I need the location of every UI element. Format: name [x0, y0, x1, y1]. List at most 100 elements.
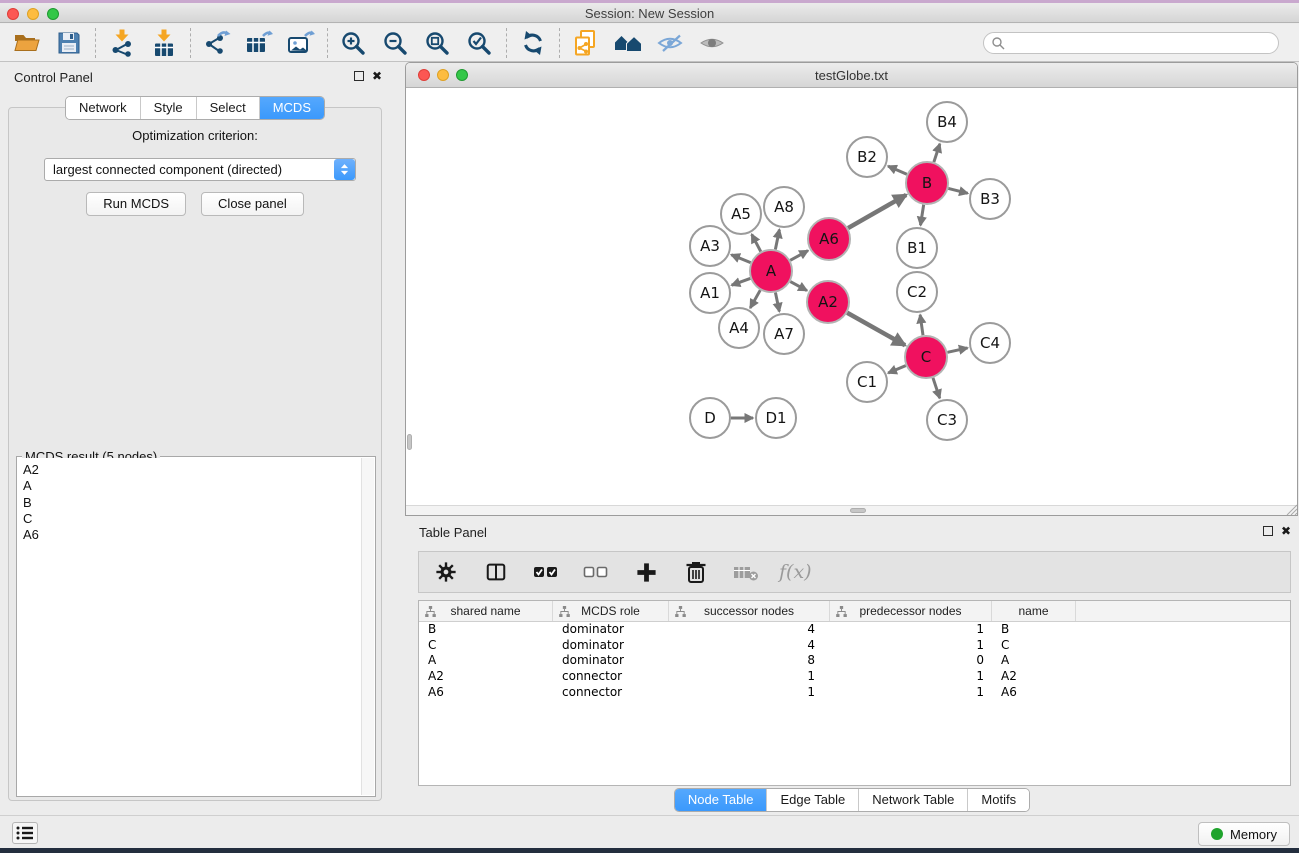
result-list-item[interactable]: A2 — [23, 462, 361, 478]
table-cell[interactable]: 1 — [669, 685, 830, 701]
function-builder-button[interactable]: f(x) — [779, 556, 812, 588]
resize-grip-icon[interactable] — [1284, 502, 1297, 515]
table-row[interactable]: Cdominator41C — [419, 638, 1290, 654]
delete-column-button[interactable] — [679, 556, 713, 588]
result-list-item[interactable]: A — [23, 478, 361, 494]
export-network-button[interactable] — [200, 27, 234, 59]
close-panel-button[interactable]: Close panel — [201, 192, 304, 216]
graph-edge-B-B1[interactable] — [920, 205, 923, 226]
table-row[interactable]: A2connector11A2 — [419, 669, 1290, 685]
graph-edge-C-C1[interactable] — [888, 366, 906, 373]
table-cell[interactable]: 1 — [669, 669, 830, 685]
table-cell[interactable]: dominator — [553, 622, 669, 638]
graph-edge-A-A3[interactable] — [731, 255, 750, 263]
table-cell[interactable]: dominator — [553, 638, 669, 654]
table-row[interactable]: Adominator80A — [419, 653, 1290, 669]
result-list-item[interactable]: C — [23, 511, 361, 527]
add-column-button[interactable] — [629, 556, 663, 588]
tab-network[interactable]: Network — [66, 97, 141, 119]
memory-button[interactable]: Memory — [1198, 822, 1290, 846]
bird-eye-view-button[interactable] — [695, 27, 729, 59]
network-graph[interactable]: B4B2BB3A5A8A6B1A3AA1C2A2A4A7CC4C1C3DD1 — [406, 89, 1297, 505]
open-session-button[interactable] — [10, 27, 44, 59]
tab-node-table[interactable]: Node Table — [675, 789, 768, 811]
table-cell[interactable]: B — [992, 622, 1076, 638]
vertical-scrollbar-thumb[interactable] — [407, 434, 412, 450]
table-cell[interactable]: 0 — [830, 653, 992, 669]
close-table-panel-icon[interactable]: ✖ — [1281, 525, 1291, 537]
table-cell[interactable]: A — [992, 653, 1076, 669]
graph-edge-A2-C[interactable] — [847, 313, 905, 345]
horizontal-scrollbar[interactable] — [406, 505, 1297, 515]
table-cell[interactable]: C — [992, 638, 1076, 654]
table-cell[interactable]: A6 — [992, 685, 1076, 701]
tab-edge-table[interactable]: Edge Table — [767, 789, 859, 811]
export-image-button[interactable] — [284, 27, 318, 59]
tab-style[interactable]: Style — [141, 97, 197, 119]
criterion-dropdown[interactable]: largest connected component (directed) — [44, 158, 356, 181]
table-cell[interactable]: 4 — [669, 638, 830, 654]
horizontal-scrollbar-thumb[interactable] — [850, 508, 866, 513]
graph-edge-C-C3[interactable] — [933, 378, 940, 398]
table-cell[interactable]: connector — [553, 685, 669, 701]
deselect-all-button[interactable] — [579, 556, 613, 588]
search-input[interactable] — [983, 32, 1279, 54]
table-row[interactable]: A6connector11A6 — [419, 685, 1290, 701]
delete-table-button[interactable] — [729, 556, 763, 588]
graph-edge-B-B4[interactable] — [934, 144, 940, 162]
graph-edge-A-A4[interactable] — [750, 290, 760, 308]
result-list-item[interactable]: B — [23, 495, 361, 511]
table-cell[interactable]: A — [419, 653, 553, 669]
import-network-button[interactable] — [105, 27, 139, 59]
graph-edge-A-A8[interactable] — [775, 230, 779, 250]
table-cell[interactable]: dominator — [553, 653, 669, 669]
tab-select[interactable]: Select — [197, 97, 260, 119]
close-panel-icon[interactable]: ✖ — [372, 70, 382, 82]
column-header-name[interactable]: name — [992, 601, 1076, 621]
duplicate-network-button[interactable] — [569, 27, 603, 59]
graph-edge-A-A1[interactable] — [732, 278, 751, 285]
export-table-button[interactable] — [242, 27, 276, 59]
tab-network-table[interactable]: Network Table — [859, 789, 968, 811]
task-history-button[interactable] — [12, 822, 38, 844]
home-button[interactable] — [611, 27, 645, 59]
zoom-fit-button[interactable] — [421, 27, 455, 59]
zoom-in-button[interactable] — [337, 27, 371, 59]
table-cell[interactable]: A6 — [419, 685, 553, 701]
tab-mcds[interactable]: MCDS — [260, 97, 324, 119]
network-canvas[interactable]: B4B2BB3A5A8A6B1A3AA1C2A2A4A7CC4C1C3DD1 — [406, 89, 1297, 505]
table-cell[interactable]: 4 — [669, 622, 830, 638]
graph-edge-B-B3[interactable] — [948, 188, 967, 193]
zoom-out-button[interactable] — [379, 27, 413, 59]
column-header-successor-nodes[interactable]: successor nodes — [669, 601, 830, 621]
table-cell[interactable]: C — [419, 638, 553, 654]
column-header-mcds-role[interactable]: MCDS role — [553, 601, 669, 621]
table-row[interactable]: Bdominator41B — [419, 622, 1290, 638]
zoom-selected-button[interactable] — [463, 27, 497, 59]
table-settings-button[interactable] — [429, 556, 463, 588]
column-header-shared-name[interactable]: shared name — [419, 601, 553, 621]
publication-ready-button[interactable] — [653, 27, 687, 59]
graph-edge-C-C2[interactable] — [920, 315, 923, 335]
run-mcds-button[interactable]: Run MCDS — [86, 192, 186, 216]
refresh-button[interactable] — [516, 27, 550, 59]
table-cell[interactable]: 1 — [830, 685, 992, 701]
table-cell[interactable]: A2 — [992, 669, 1076, 685]
graph-edge-A-A6[interactable] — [790, 251, 808, 261]
save-session-button[interactable] — [52, 27, 86, 59]
result-scrollbar[interactable] — [361, 458, 374, 795]
graph-edge-A-A2[interactable] — [790, 282, 807, 291]
column-header-predecessor-nodes[interactable]: predecessor nodes — [830, 601, 992, 621]
table-cell[interactable]: B — [419, 622, 553, 638]
result-list-item[interactable]: A6 — [23, 527, 361, 543]
table-cell[interactable]: 1 — [830, 669, 992, 685]
tab-motifs[interactable]: Motifs — [968, 789, 1029, 811]
select-all-button[interactable] — [529, 556, 563, 588]
table-cell[interactable]: 8 — [669, 653, 830, 669]
split-view-button[interactable] — [479, 556, 513, 588]
graph-edge-A-A5[interactable] — [752, 234, 761, 251]
table-cell[interactable]: connector — [553, 669, 669, 685]
graph-edge-A6-B[interactable] — [848, 195, 906, 228]
float-table-panel-icon[interactable] — [1263, 526, 1273, 536]
import-table-button[interactable] — [147, 27, 181, 59]
